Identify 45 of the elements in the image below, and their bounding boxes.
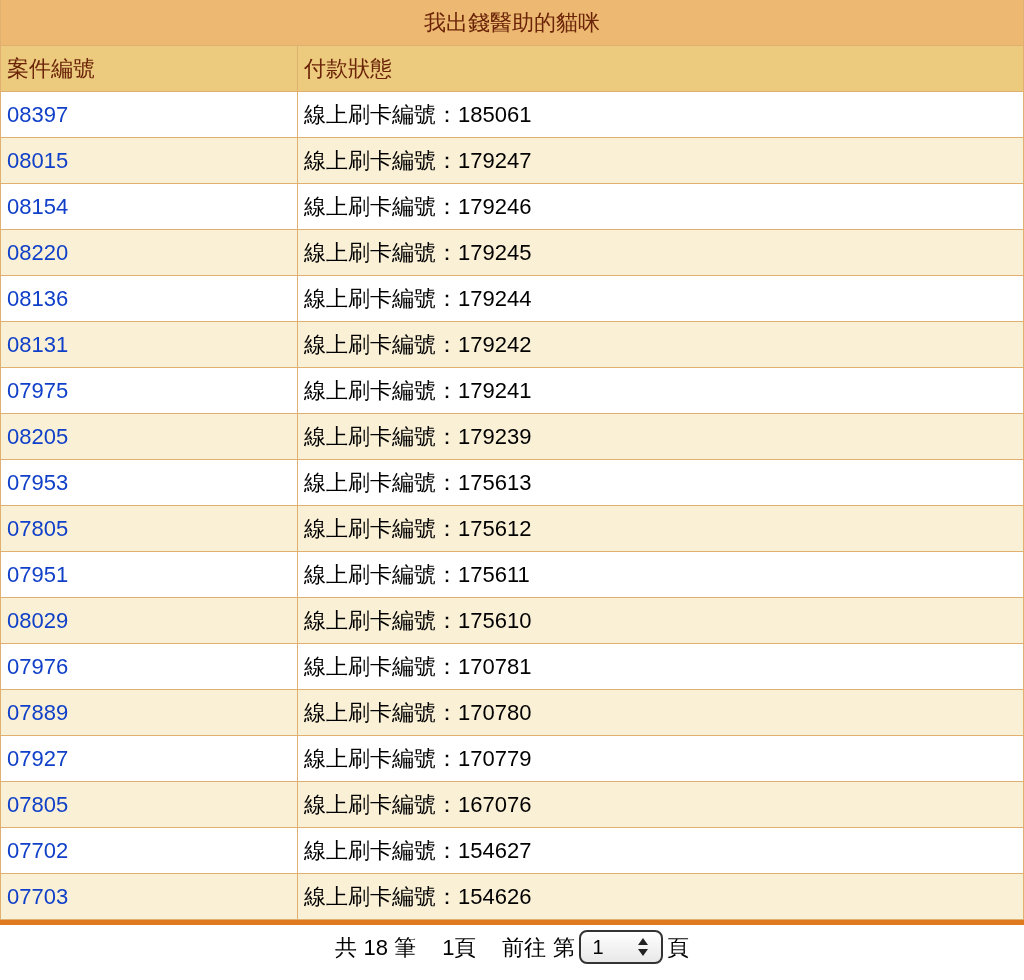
payment-status-cell-text: 線上刷卡編號：170780 — [303, 699, 533, 727]
payment-status-cell-text: 線上刷卡編號：167076 — [303, 791, 533, 819]
goto-label: 前往 第 — [502, 933, 575, 962]
case-number-link[interactable]: 08220 — [7, 236, 69, 269]
column-header: 案件編號 — [1, 46, 298, 91]
case-number-link[interactable]: 08205 — [7, 420, 69, 453]
case-number-link[interactable]: 08397 — [7, 98, 69, 131]
case-number-link[interactable]: 08136 — [7, 282, 69, 315]
payment-status-cell-text: 線上刷卡編號：179241 — [303, 377, 533, 405]
payment-status-cell-text: 線上刷卡編號：179245 — [303, 239, 533, 267]
column-header: 付款狀態 — [303, 55, 393, 83]
payment-status-cell-text: 線上刷卡編號：170779 — [303, 745, 533, 773]
case-number-link[interactable]: 08015 — [7, 144, 69, 177]
payment-status-cell-text: 線上刷卡編號：185061 — [303, 101, 533, 129]
case-number-link[interactable]: 07975 — [7, 374, 69, 407]
updown-icon — [636, 937, 649, 957]
case-number-link[interactable]: 07976 — [7, 650, 69, 683]
payment-status-cell-text: 線上刷卡編號：154626 — [303, 883, 533, 911]
case-number-link[interactable]: 07953 — [7, 466, 69, 499]
page-count: 1頁 — [442, 933, 477, 962]
case-number-link[interactable]: 07805 — [7, 788, 69, 821]
payment-status-cell-text: 線上刷卡編號：179246 — [303, 193, 533, 221]
case-number-link[interactable]: 08131 — [7, 328, 69, 361]
total-count: 共 18 筆 — [335, 933, 417, 962]
page-select[interactable]: 1 — [578, 930, 663, 964]
payment-status-cell-text: 線上刷卡編號：170781 — [303, 653, 533, 681]
page-suffix: 頁 — [666, 933, 689, 962]
case-number-link[interactable]: 08154 — [7, 190, 69, 223]
case-number-link[interactable]: 07951 — [7, 558, 69, 591]
case-number-link[interactable]: 07927 — [7, 742, 69, 775]
payment-status-cell-text: 線上刷卡編號：175613 — [303, 469, 533, 497]
payment-status-cell-text: 線上刷卡編號：179239 — [303, 423, 533, 451]
payment-status-cell-text: 線上刷卡編號：175612 — [303, 515, 533, 543]
case-number-link[interactable]: 07702 — [7, 834, 69, 867]
payment-status-cell-text: 線上刷卡編號：179242 — [303, 331, 533, 359]
payment-status-cell-text: 線上刷卡編號：179244 — [303, 285, 533, 313]
payment-status-cell-text: 線上刷卡編號：179247 — [303, 147, 533, 175]
case-number-link[interactable]: 08029 — [7, 604, 69, 637]
case-number-link[interactable]: 07703 — [7, 880, 69, 913]
payment-status-cell-text: 線上刷卡編號：154627 — [303, 837, 533, 865]
case-number-link[interactable]: 07889 — [7, 696, 69, 729]
case-number-link[interactable]: 07805 — [7, 512, 69, 545]
payment-status-cell-text: 線上刷卡編號：175610 — [303, 607, 533, 635]
payment-status-cell-text: 線上刷卡編號：175611 — [303, 561, 531, 589]
table-title: 我出錢醫助的貓咪 — [1, 0, 1023, 46]
